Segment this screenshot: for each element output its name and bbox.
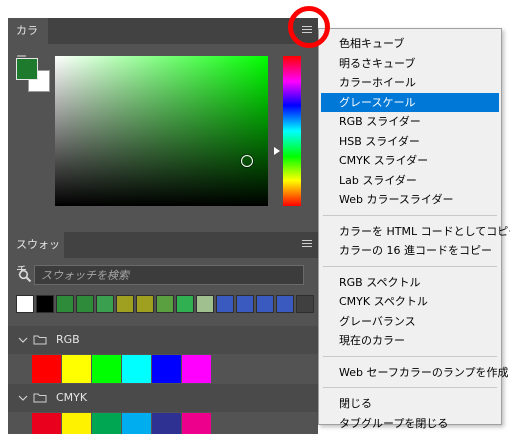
- recent-swatch[interactable]: [196, 295, 214, 313]
- folder-icon: [33, 393, 47, 403]
- recent-swatch[interactable]: [16, 295, 34, 313]
- color-panel-flyout-menu: 色相キューブ 明るさキューブ カラーホイール グレースケール RGB スライダー HSB …: [318, 28, 510, 430]
- recent-swatch[interactable]: [256, 295, 274, 313]
- tab-swatches[interactable]: スウォッチ: [8, 232, 64, 277]
- menu-item[interactable]: カラーホイール: [321, 73, 499, 92]
- recent-swatch[interactable]: [36, 295, 54, 313]
- recent-swatch[interactable]: [96, 295, 114, 313]
- color-swatch[interactable]: [62, 413, 91, 434]
- chevron-down-icon[interactable]: [18, 394, 28, 402]
- color-swatch[interactable]: [62, 355, 91, 383]
- recent-swatch[interactable]: [76, 295, 94, 313]
- color-swatch[interactable]: [92, 413, 121, 434]
- color-swatch[interactable]: [182, 355, 211, 383]
- recent-swatch[interactable]: [216, 295, 234, 313]
- menu-item[interactable]: 閉じる: [321, 394, 499, 413]
- panel-menu-icon[interactable]: [302, 26, 312, 35]
- recent-swatch[interactable]: [136, 295, 154, 313]
- recent-swatch[interactable]: [276, 295, 294, 313]
- recent-swatch[interactable]: [116, 295, 134, 313]
- recent-swatch[interactable]: [296, 295, 314, 313]
- menu-item[interactable]: Web カラースライダー: [321, 190, 499, 209]
- menu-item[interactable]: 現在のカラー: [321, 331, 499, 350]
- color-swatch[interactable]: [122, 355, 151, 383]
- search-icon: [18, 269, 32, 283]
- swatch-row-cmyk: [32, 413, 212, 434]
- menu-item[interactable]: グレースケール: [321, 92, 499, 112]
- menu-item[interactable]: タブグループを閉じる: [321, 414, 499, 433]
- recent-swatch[interactable]: [176, 295, 194, 313]
- menu-item[interactable]: 色相キューブ: [321, 34, 499, 53]
- color-swatch[interactable]: [152, 355, 181, 383]
- menu-item[interactable]: カラーを HTML コードとしてコピー: [321, 222, 510, 241]
- recent-swatch[interactable]: [236, 295, 254, 313]
- menu-item[interactable]: Web セーフカラーのランプを作成: [321, 363, 509, 382]
- photoshop-panel-area: カラー スウォッチ RGB CMYK: [8, 18, 318, 434]
- hue-slider[interactable]: [283, 56, 301, 206]
- swatch-search-input[interactable]: [34, 265, 304, 285]
- menu-separator: [323, 265, 497, 267]
- swatch-group-label: RGB: [56, 333, 80, 346]
- hue-slider-handle[interactable]: [274, 147, 280, 155]
- swatches-panel-menu-icon[interactable]: [302, 240, 312, 249]
- recent-swatch[interactable]: [56, 295, 74, 313]
- swatch-row-rgb: [32, 355, 212, 383]
- menu-item[interactable]: 明るさキューブ: [321, 54, 499, 73]
- menu-item[interactable]: CMYK スペクトル: [321, 292, 499, 311]
- menu-item[interactable]: グレーバランス: [321, 312, 499, 331]
- color-swatch[interactable]: [32, 413, 61, 434]
- color-panel-header: カラー: [8, 18, 318, 63]
- recent-swatches: [16, 295, 316, 313]
- color-swatch[interactable]: [92, 355, 121, 383]
- menu-item[interactable]: Lab スライダー: [321, 171, 499, 190]
- menu-item[interactable]: RGB スペクトル: [321, 273, 499, 292]
- color-picker-field[interactable]: [55, 56, 268, 206]
- color-swatch[interactable]: [152, 413, 181, 434]
- chevron-down-icon[interactable]: [18, 336, 28, 344]
- swatch-group-label: CMYK: [56, 391, 88, 404]
- color-swatch[interactable]: [32, 355, 61, 383]
- tab-color[interactable]: カラー: [8, 18, 48, 63]
- menu-item[interactable]: HSB スライダー: [321, 132, 499, 151]
- menu-item[interactable]: カラーの 16 進コードをコピー: [321, 241, 499, 260]
- color-picker-cursor[interactable]: [241, 155, 253, 167]
- menu-separator: [323, 355, 497, 357]
- menu-separator: [323, 214, 497, 216]
- color-swatch[interactable]: [182, 413, 211, 434]
- folder-icon: [33, 335, 47, 345]
- foreground-color-swatch[interactable]: [16, 58, 38, 80]
- menu-item[interactable]: RGB スライダー: [321, 112, 499, 131]
- swatch-group-cmyk[interactable]: CMYK: [8, 384, 318, 412]
- swatches-panel-header: スウォッチ: [8, 232, 318, 277]
- menu-separator: [323, 387, 497, 388]
- recent-swatch[interactable]: [156, 295, 174, 313]
- swatch-group-rgb[interactable]: RGB: [8, 326, 318, 354]
- color-swatch[interactable]: [122, 413, 151, 434]
- menu-item[interactable]: CMYK スライダー: [321, 151, 499, 170]
